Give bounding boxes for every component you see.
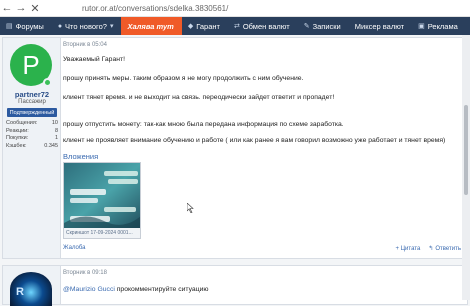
chevron-down-icon: ▾ xyxy=(109,23,114,30)
notes-icon: ✎ xyxy=(303,23,310,30)
user-panel: P partner72 Пассажир Подтвержденный Сооб… xyxy=(3,38,61,258)
conversation-content: P partner72 Пассажир Подтвержденный Сооб… xyxy=(0,35,470,306)
message-line: прошу принять меры. таким образом я не м… xyxy=(63,75,304,82)
message-body-area: Вторник в 05:04 Уважаемый Гарант! прошу … xyxy=(63,38,467,258)
message-text: Уважаемый Гарант! прошу принять меры. та… xyxy=(63,55,459,145)
site-navbar: ▤ Форумы ● Что нового? ▾ Халява тут ◆ Га… xyxy=(0,17,470,35)
username[interactable]: partner72 xyxy=(3,90,61,99)
online-status-icon xyxy=(43,78,52,87)
stat-row: Реакции: 8 xyxy=(6,127,58,134)
scrollbar[interactable] xyxy=(462,35,470,300)
mouse-cursor-icon xyxy=(187,203,194,213)
post-timestamp[interactable]: Вторник в 09:18 xyxy=(63,270,107,276)
message-line: Уважаемый Гарант! xyxy=(63,56,125,63)
nav-exchange[interactable]: ⇄ Обмен валют xyxy=(228,17,298,35)
message-line: клиент не проявляет внимание обучению и … xyxy=(63,137,446,144)
back-icon[interactable]: ← xyxy=(0,0,14,17)
stat-row: Покупки: 1 xyxy=(6,135,58,141)
quote-button[interactable]: + Цитата xyxy=(395,245,420,252)
exchange-icon: ⇄ xyxy=(233,23,240,30)
stat-row: Сообщения: 10 xyxy=(6,120,58,126)
post-actions: + Цитата ↰ Ответить xyxy=(395,245,461,253)
avatar-logo: R xyxy=(16,286,24,298)
nav-mixer[interactable]: Миксер валют xyxy=(349,17,412,35)
close-icon[interactable]: ✕ xyxy=(28,0,42,17)
user-stats: Сообщения: 10 Реакции: 8 Покупки: 1 Кэшбек:… xyxy=(6,120,58,150)
user-badge: Подтвержденный xyxy=(7,108,57,117)
post-timestamp[interactable]: Вторник в 05:04 xyxy=(63,42,107,48)
nav-forums[interactable]: ▤ Форумы xyxy=(0,17,52,35)
message-line: прошу отпустить монету: так-как мною был… xyxy=(63,121,344,128)
nav-notes[interactable]: ✎ Записки xyxy=(298,17,349,35)
ad-icon: ▣ xyxy=(418,23,425,30)
user-mention-link[interactable]: @Maurizio Gucci xyxy=(63,286,115,293)
attachments-title: Вложения xyxy=(63,152,99,161)
message-post: P partner72 Пассажир Подтвержденный Сооб… xyxy=(2,37,468,259)
reply-button[interactable]: ↰ Ответить xyxy=(428,245,461,253)
avatar[interactable]: R xyxy=(10,272,52,306)
shield-icon: ◆ xyxy=(187,23,194,30)
nav-garant[interactable]: ◆ Гарант xyxy=(182,17,228,35)
stat-row: Кэшбек: 0.345 xyxy=(6,142,58,149)
attachment-caption: Скриншот 17-09-2024 0001... xyxy=(64,228,140,238)
user-role: Пассажир xyxy=(18,99,46,105)
post-footer: Жалоба + Цитата ↰ Ответить xyxy=(63,245,467,255)
scrollbar-thumb[interactable] xyxy=(464,105,468,195)
address-bar[interactable]: rutor.or.at/conversations/sdelka.3830561… xyxy=(82,4,228,13)
message-line: клиент тянет время. и не выходит на связ… xyxy=(63,94,335,101)
reply-icon: ↰ xyxy=(428,246,434,252)
nav-whats-new[interactable]: ● Что нового? ▾ xyxy=(52,17,122,35)
forward-icon[interactable]: → xyxy=(14,0,28,17)
screenshot-image xyxy=(64,163,140,230)
browser-toolbar: ← → ✕ rutor.or.at/conversations/sdelka.3… xyxy=(0,0,470,17)
message-text: @Maurizio Gucci прокомментируйте ситуаци… xyxy=(63,286,209,293)
user-panel: R xyxy=(3,266,61,306)
report-link[interactable]: Жалоба xyxy=(63,245,86,251)
nav-ads[interactable]: ▣ Реклама xyxy=(412,17,466,35)
message-post: R Вторник в 09:18 @Maurizio Gucci проком… xyxy=(2,265,468,306)
attachment-thumbnail[interactable]: Скриншот 17-09-2024 0001... xyxy=(63,162,141,239)
bell-icon: ● xyxy=(57,22,63,30)
message-body-area: Вторник в 09:18 @Maurizio Gucci прокомме… xyxy=(63,266,467,304)
chat-icon: ▤ xyxy=(6,23,13,30)
nav-freebies[interactable]: Халява тут xyxy=(121,17,182,35)
